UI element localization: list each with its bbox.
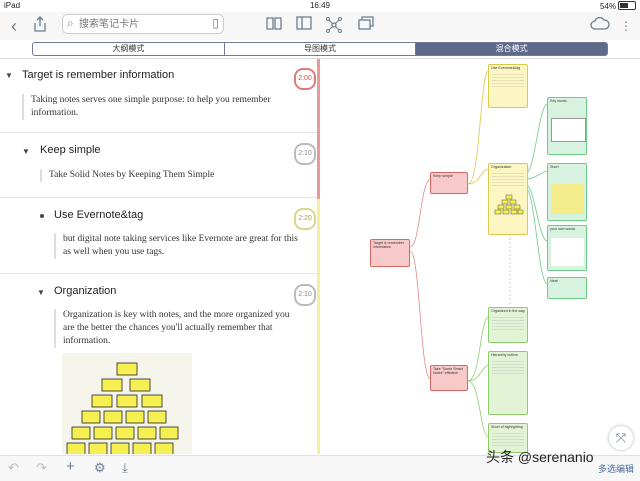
mindmap-card-short[interactable]: Short — [547, 163, 587, 221]
card-title: Keep simple — [433, 174, 453, 178]
battery-icon — [618, 1, 636, 10]
outline-item-title[interactable]: Target is remember information — [22, 69, 174, 81]
cards-icon[interactable] — [356, 16, 376, 36]
card-title: Use Evernote&tag — [491, 66, 521, 70]
mindmap-card-your-own-words[interactable]: your own words — [547, 225, 587, 271]
card-title: Neat — [550, 279, 558, 283]
outline-item-body[interactable]: Taking notes serves one simple purpose: … — [22, 94, 301, 120]
card-title: Short — [550, 165, 559, 169]
sidebar-icon[interactable] — [294, 16, 314, 36]
outline-item-title[interactable]: Keep simple — [40, 144, 101, 156]
battery-percent: 54% — [599, 2, 616, 11]
divider — [0, 273, 318, 274]
outline-item-body[interactable]: Take Solid Notes by Keeping Them Simple — [40, 169, 299, 182]
own-words-thumbnail — [551, 238, 584, 266]
battery-status: 54% — [600, 1, 636, 11]
timer-badge[interactable]: 2:10 — [294, 143, 316, 165]
divider — [0, 132, 318, 133]
mindmap-root-card[interactable]: Target is remember information — [370, 239, 410, 267]
undo-icon[interactable]: ↶ — [8, 460, 19, 476]
mindmap-card-take-some-smart[interactable]: Take "Some Smart Notes" effective — [430, 365, 468, 391]
clock: 16:49 — [309, 1, 331, 10]
mindmap-panel: Target is remember information Keep simp… — [320, 59, 640, 454]
timer-badge[interactable]: 2:00 — [294, 68, 316, 90]
mindmap-icon[interactable] — [324, 16, 344, 36]
share-icon[interactable] — [30, 16, 50, 36]
back-chevron-icon[interactable]: ‹ — [4, 16, 24, 36]
mindmap-card-organization[interactable]: Organization — [488, 163, 528, 235]
status-bar: iPad 16:49 54% — [0, 0, 640, 12]
card-title: Short of highlighting — [491, 425, 523, 429]
cloud-sync-icon[interactable] — [590, 16, 610, 36]
mindmap-card-keep-simple[interactable]: Keep simple — [430, 172, 468, 194]
outline-item-body[interactable]: Organization is key with notes, and the … — [54, 309, 303, 348]
expand-arrows-button[interactable]: ⤧ — [609, 426, 633, 450]
outline-item-title[interactable]: Organization — [54, 285, 116, 297]
card-title: Key words — [550, 99, 567, 103]
short-thumbnail — [551, 184, 584, 214]
mindmap-card-use-evernote[interactable]: Use Evernote&tag — [488, 64, 528, 108]
collapse-triangle-icon[interactable]: ▼ — [22, 147, 30, 156]
outline-item-body[interactable]: but digital note taking services like Ev… — [54, 233, 303, 259]
key-words-thumbnail — [551, 118, 586, 142]
watermark: 头条 @serenanio — [486, 449, 594, 465]
top-toolbar: ‹ ⌕ ▯ ⋮ — [0, 12, 640, 40]
book-icon[interactable]: ▯ — [212, 16, 219, 30]
view-mode-segmented-control: 大纲模式 导图模式 混合模式 — [32, 42, 608, 56]
collapse-triangle-icon[interactable]: ▼ — [37, 288, 45, 297]
mindmap-connectors — [409, 70, 548, 438]
multi-select-edit-button[interactable]: 多选编辑 — [598, 462, 634, 475]
mindmap-card-hierarchy-outline[interactable]: Hierarchy outline — [488, 351, 528, 415]
add-icon[interactable]: + — [66, 458, 75, 475]
collapse-triangle-icon[interactable]: ▼ — [5, 71, 13, 80]
outline-panel: ▼ Target is remember information 2:00 Ta… — [0, 59, 318, 454]
card-title: Organized in the way — [491, 309, 525, 313]
tab-hybrid-mode[interactable]: 混合模式 — [416, 43, 607, 55]
mindmap-card-neat[interactable]: Neat — [547, 277, 587, 299]
library-icon[interactable] — [264, 16, 284, 36]
card-title: Hierarchy outline — [491, 353, 518, 357]
tab-mindmap-mode[interactable]: 导图模式 — [225, 43, 417, 55]
divider — [0, 197, 318, 198]
search-input[interactable] — [79, 17, 199, 31]
mindmap-card-key-words[interactable]: Key words — [547, 97, 587, 155]
search-icon: ⌕ — [67, 16, 74, 30]
bullet-dot-icon — [40, 214, 44, 218]
mindmap-card-organized-in-the-way[interactable]: Organized in the way — [488, 307, 528, 343]
timer-badge[interactable]: 2:10 — [294, 284, 316, 306]
outline-item-title[interactable]: Use Evernote&tag — [54, 209, 143, 221]
tab-outline-mode[interactable]: 大纲模式 — [33, 43, 225, 55]
redo-icon[interactable]: ↷ — [36, 460, 47, 476]
card-title: Take "Some Smart Notes" effective — [433, 367, 463, 376]
more-icon[interactable]: ⋮ — [616, 16, 636, 36]
download-icon[interactable]: ⤓ — [122, 460, 128, 476]
settings-icon[interactable]: ⚙ — [94, 460, 106, 476]
timer-badge[interactable]: 2:20 — [294, 208, 316, 230]
search-field[interactable]: ⌕ ▯ — [62, 14, 224, 34]
card-title: Target is remember information — [373, 241, 404, 250]
card-title: Organization — [491, 165, 512, 169]
card-title: your own words — [550, 227, 576, 231]
note-image-pyramid[interactable] — [62, 353, 192, 454]
